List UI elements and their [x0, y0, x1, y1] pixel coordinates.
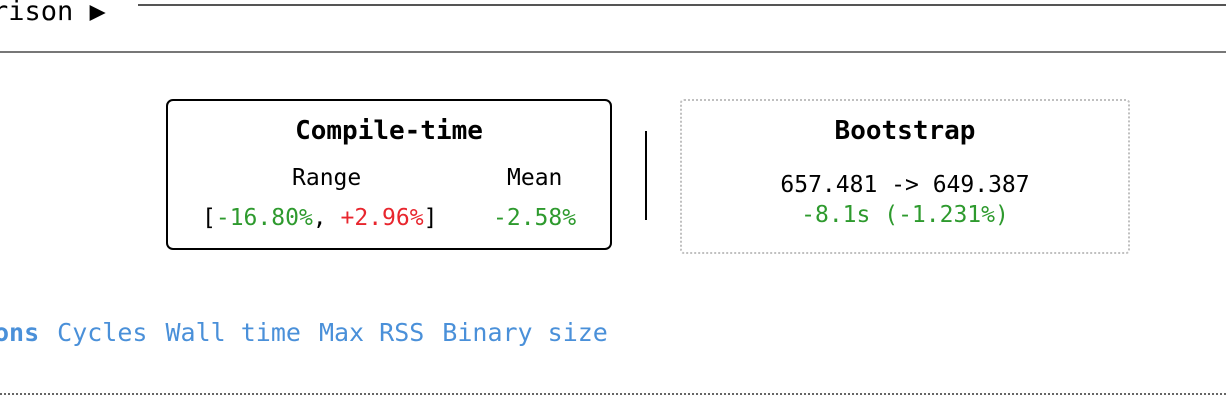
tab-instructions[interactable]: ons — [0, 318, 39, 348]
metric-tabs: ons Cycles Wall time Max RSS Binary size — [0, 318, 626, 348]
tab-wall-time[interactable]: Wall time — [165, 318, 300, 348]
compile-time-title: Compile-time — [295, 116, 483, 146]
comparison-page: rison ▶ Compile-time Range Mean [-16.80%… — [0, 0, 1226, 400]
summary-divider — [645, 131, 647, 220]
range-min-value: -16.80% — [215, 205, 313, 231]
tab-cycles[interactable]: Cycles — [57, 318, 147, 348]
bootstrap-delta: -8.1s (-1.231%) — [801, 202, 1009, 228]
tab-max-rss[interactable]: Max RSS — [319, 318, 424, 348]
range-values: [-16.80%, +2.96%] — [202, 205, 437, 231]
bootstrap-title: Bootstrap — [834, 116, 976, 146]
bottom-divider — [0, 393, 1226, 395]
bootstrap-change: 657.481 -> 649.387 — [780, 172, 1030, 198]
compile-time-summary: Compile-time Range Mean [-16.80%, +2.96%… — [166, 99, 612, 250]
range-max-value: +2.96% — [340, 205, 424, 231]
section-header-rule — [138, 4, 1226, 6]
range-close-bracket: ] — [423, 205, 438, 231]
tab-binary-size[interactable]: Binary size — [442, 318, 608, 348]
comparison-section-header: rison ▶ — [0, 0, 1226, 28]
range-label: Range — [292, 165, 362, 191]
header-divider — [0, 51, 1226, 53]
range-separator: , — [312, 205, 341, 231]
range-open-bracket: [ — [202, 205, 216, 231]
mean-value: -2.58% — [493, 205, 577, 231]
mean-label: Mean — [507, 165, 563, 191]
bootstrap-summary: Bootstrap 657.481 -> 649.387 -8.1s (-1.2… — [680, 99, 1130, 254]
section-title-toggle[interactable]: rison ▶ — [0, 0, 110, 26]
